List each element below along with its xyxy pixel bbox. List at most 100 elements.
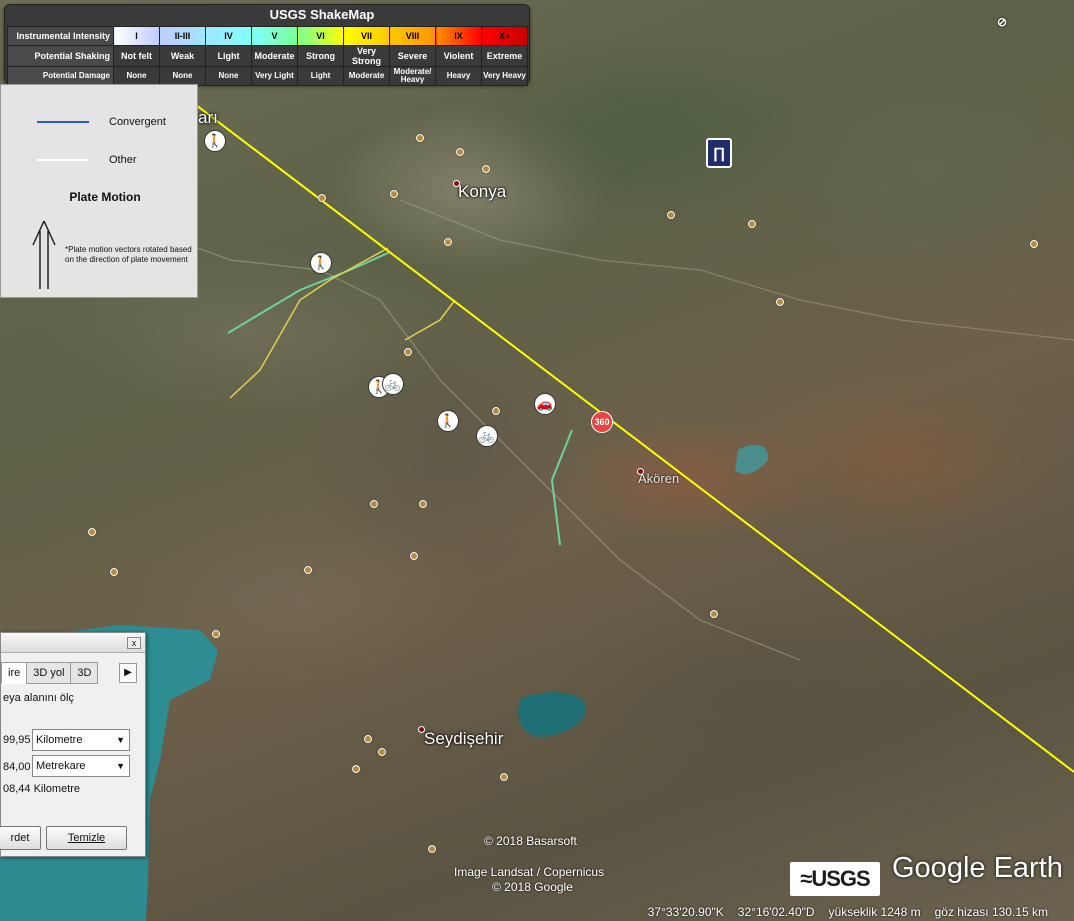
seydisehir-marker[interactable] [418,726,425,733]
green-fault-2 [550,429,573,546]
google-earth-logo: Google Earth [892,852,1063,884]
measure-dialog: x ire 3D yol 3D ▶ eya alanını ölç 99,95 … [0,632,146,857]
poi-marker[interactable] [364,735,372,743]
cycling-icon[interactable]: 🚲 [476,425,498,447]
poi-marker[interactable] [492,407,500,415]
status-bar: 37°33'20.90"K 32°16'02.40"D yükseklik 12… [0,903,1074,921]
area-unit: Metrekare [36,760,86,772]
label-partial-town[interactable]: arı [198,108,218,128]
shakemap-cell-intensity: V [251,26,298,46]
yellow-trace-2 [404,299,456,341]
tab-3d-polygon[interactable]: 3D [70,662,99,684]
extra-measure: 08,44 Kilometre [3,783,81,795]
shakemap-cell-shaking: Moderate [251,45,298,67]
poi-marker[interactable] [444,238,452,246]
akoren-marker[interactable] [637,468,644,475]
other-label: Other [109,154,137,166]
shakemap-cell-shaking: Light [205,45,252,67]
tab-polygon[interactable]: ire [1,662,28,684]
clear-button[interactable]: Temizle [46,826,127,850]
shakemap-cell-shaking: Violent [435,45,482,67]
shakemap-cell-shaking: Strong [297,45,344,67]
dam-icon[interactable]: ∏ [706,138,732,168]
shakemap-cell-damage: None [113,66,160,86]
poi-marker[interactable] [110,568,118,576]
measure-tabs: ire 3D yol 3D [1,662,99,684]
poi-marker[interactable] [500,773,508,781]
poi-marker[interactable] [318,194,326,202]
poi-marker[interactable] [428,845,436,853]
label-seydisehir[interactable]: Seydişehir [424,729,503,749]
poi-marker[interactable] [710,610,718,618]
tab-3d-path[interactable]: 3D yol [26,662,72,684]
elevation-readout: yükseklik 1248 m [828,905,921,919]
compass-north-icon[interactable]: ⊘ [997,15,1011,29]
shakemap-title: USGS ShakeMap [269,7,375,22]
plate-motion-note: *Plate motion vectors rotated based on t… [65,245,192,264]
hiking-icon[interactable]: 🚶 [310,252,332,274]
close-button[interactable]: x [127,637,141,649]
poi-marker[interactable] [1030,240,1038,248]
konya-marker[interactable] [453,180,460,187]
copyright-basarsoft: © 2018 Basarsoft [484,834,577,848]
area-value: 84,00 [3,761,31,773]
shakemap-cell-intensity: IX [435,26,482,46]
intensity-row: Instrumental Intensity I II-III IV V VI VII VI… [7,26,528,46]
label-konya[interactable]: Konya [458,182,506,202]
tab-scroll-right-icon[interactable]: ▶ [119,663,137,683]
poi-marker[interactable] [410,552,418,560]
poi-marker[interactable] [404,348,412,356]
shakemap-cell-intensity: VII [343,26,390,46]
car-icon[interactable]: 🚗 [534,393,556,415]
road [149,229,801,661]
perimeter-unit-select[interactable]: Kilometre ▼ [32,729,130,751]
convergent-swatch [37,121,89,123]
shakemap-cell-intensity: II-III [159,26,206,46]
damage-row: Potential Damage None None None Very Light L… [7,66,528,86]
poi-marker[interactable] [304,566,312,574]
poi-marker[interactable] [390,190,398,198]
poi-marker[interactable] [352,765,360,773]
shakemap-cell-damage: Very Heavy [481,66,528,86]
dialog-titlebar[interactable] [1,633,145,653]
fault-line [195,104,1074,773]
perimeter-unit: Kilometre [36,734,83,746]
longitude-readout: 32°16'02.40"D [737,905,815,919]
hiking-icon[interactable]: 🚶 [204,130,226,152]
label-akoren[interactable]: Akören [638,471,679,486]
poi-marker[interactable] [748,220,756,228]
row-label-damage: Potential Damage [7,66,114,86]
chevron-down-icon: ▼ [116,735,125,745]
poi-marker[interactable] [370,500,378,508]
photo-360-icon[interactable]: 360 [591,411,613,433]
shakemap-cell-intensity: X+ [481,26,528,46]
poi-marker[interactable] [456,148,464,156]
poi-marker[interactable] [667,211,675,219]
legend-convergent: Convergent [37,115,166,129]
save-button[interactable]: rdet [0,826,41,850]
poi-marker[interactable] [212,630,220,638]
poi-marker[interactable] [88,528,96,536]
poi-marker[interactable] [776,298,784,306]
row-label-intensity: Instrumental Intensity [7,26,114,46]
poi-marker[interactable] [419,500,427,508]
area-unit-select[interactable]: Metrekare ▼ [32,755,130,777]
hiking-icon[interactable]: 🚶 [437,410,459,432]
poi-marker[interactable] [416,134,424,142]
shakemap-cell-intensity: VI [297,26,344,46]
chevron-down-icon: ▼ [116,761,125,771]
shakemap-cell-intensity: I [113,26,160,46]
poi-marker[interactable] [378,748,386,756]
shakemap-cell-shaking: Not felt [113,45,160,67]
reservoir [735,444,769,475]
shakemap-cell-damage: Light [297,66,344,86]
plate-motion-title: Plate Motion [69,190,141,204]
other-swatch [37,159,89,161]
shakemap-cell-damage: Heavy [435,66,482,86]
cycling-icon[interactable]: 🚲 [382,373,404,395]
eye-altitude-readout: göz hizası 130.15 km [934,905,1048,919]
poi-marker[interactable] [482,165,490,173]
shakemap-table: Instrumental Intensity I II-III IV V VI VII VI… [7,26,528,86]
shakemap-cell-intensity: IV [205,26,252,46]
shakemap-cell-shaking: Weak [159,45,206,67]
